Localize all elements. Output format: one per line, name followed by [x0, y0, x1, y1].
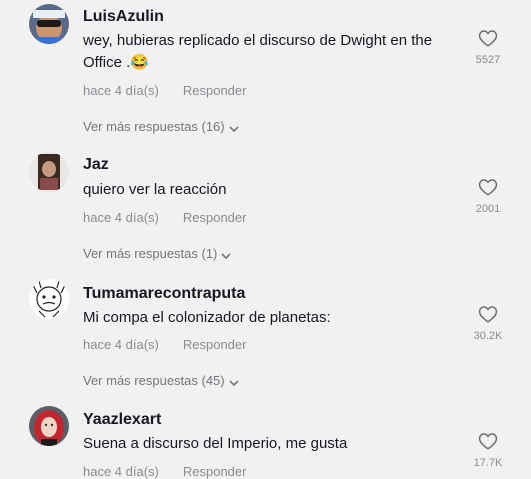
comment-text: quiero ver la reacción [83, 181, 227, 198]
reply-button[interactable]: Responder [183, 210, 247, 225]
heart-outline-icon[interactable] [478, 29, 498, 47]
comment-meta: hace 4 día(s) Responder [83, 83, 246, 98]
like-count: 5527 [475, 54, 501, 66]
like-count: 30.2K [473, 330, 503, 342]
chevron-down-icon [221, 247, 231, 262]
view-more-replies-button[interactable]: Ver más respuestas (45) [83, 373, 239, 389]
like-count: 17.7K [473, 457, 503, 469]
heart-outline-icon[interactable] [478, 305, 498, 323]
avatar[interactable] [29, 279, 69, 319]
view-more-replies-label: Ver más respuestas (1) [83, 246, 218, 261]
comment-username[interactable]: Jaz [83, 156, 109, 174]
comment-time: hace 4 día(s) [83, 464, 159, 479]
reply-button[interactable]: Responder [183, 83, 247, 98]
like-group: 30.2K [466, 305, 510, 342]
comment-username[interactable]: Yaazlexart [83, 411, 161, 429]
comment-meta: hace 4 día(s) Responder [83, 464, 246, 479]
comment-meta: hace 4 día(s) Responder [83, 337, 246, 352]
comment-text: wey, hubieras replicado el discurso de D… [83, 32, 433, 71]
comment-text: Mi compa el colonizador de planetas: [83, 309, 331, 326]
view-more-replies-button[interactable]: Ver más respuestas (16) [83, 119, 239, 135]
comment-meta: hace 4 día(s) Responder [83, 210, 246, 225]
reply-button[interactable]: Responder [183, 337, 247, 352]
like-group: 5527 [466, 29, 510, 66]
avatar[interactable] [29, 4, 69, 44]
comment-time: hace 4 día(s) [83, 210, 159, 225]
comment-time: hace 4 día(s) [83, 83, 159, 98]
avatar[interactable] [29, 152, 69, 192]
heart-outline-icon[interactable] [478, 432, 498, 450]
reply-button[interactable]: Responder [183, 464, 247, 479]
chevron-down-icon [229, 120, 239, 135]
chevron-down-icon [229, 374, 239, 389]
like-count: 2001 [475, 203, 501, 215]
heart-outline-icon[interactable] [478, 178, 498, 196]
comment-username[interactable]: LuisAzulin [83, 8, 164, 26]
like-group: 2001 [466, 178, 510, 215]
view-more-replies-label: Ver más respuestas (45) [83, 373, 225, 388]
view-more-replies-button[interactable]: Ver más respuestas (1) [83, 246, 231, 262]
like-group: 17.7K [466, 432, 510, 469]
view-more-replies-label: Ver más respuestas (16) [83, 119, 225, 134]
comment-text: Suena a discurso del Imperio, me gusta [83, 435, 348, 452]
comment-time: hace 4 día(s) [83, 337, 159, 352]
avatar[interactable] [29, 406, 69, 446]
comment-username[interactable]: Tumamarecontraputa [83, 285, 245, 303]
